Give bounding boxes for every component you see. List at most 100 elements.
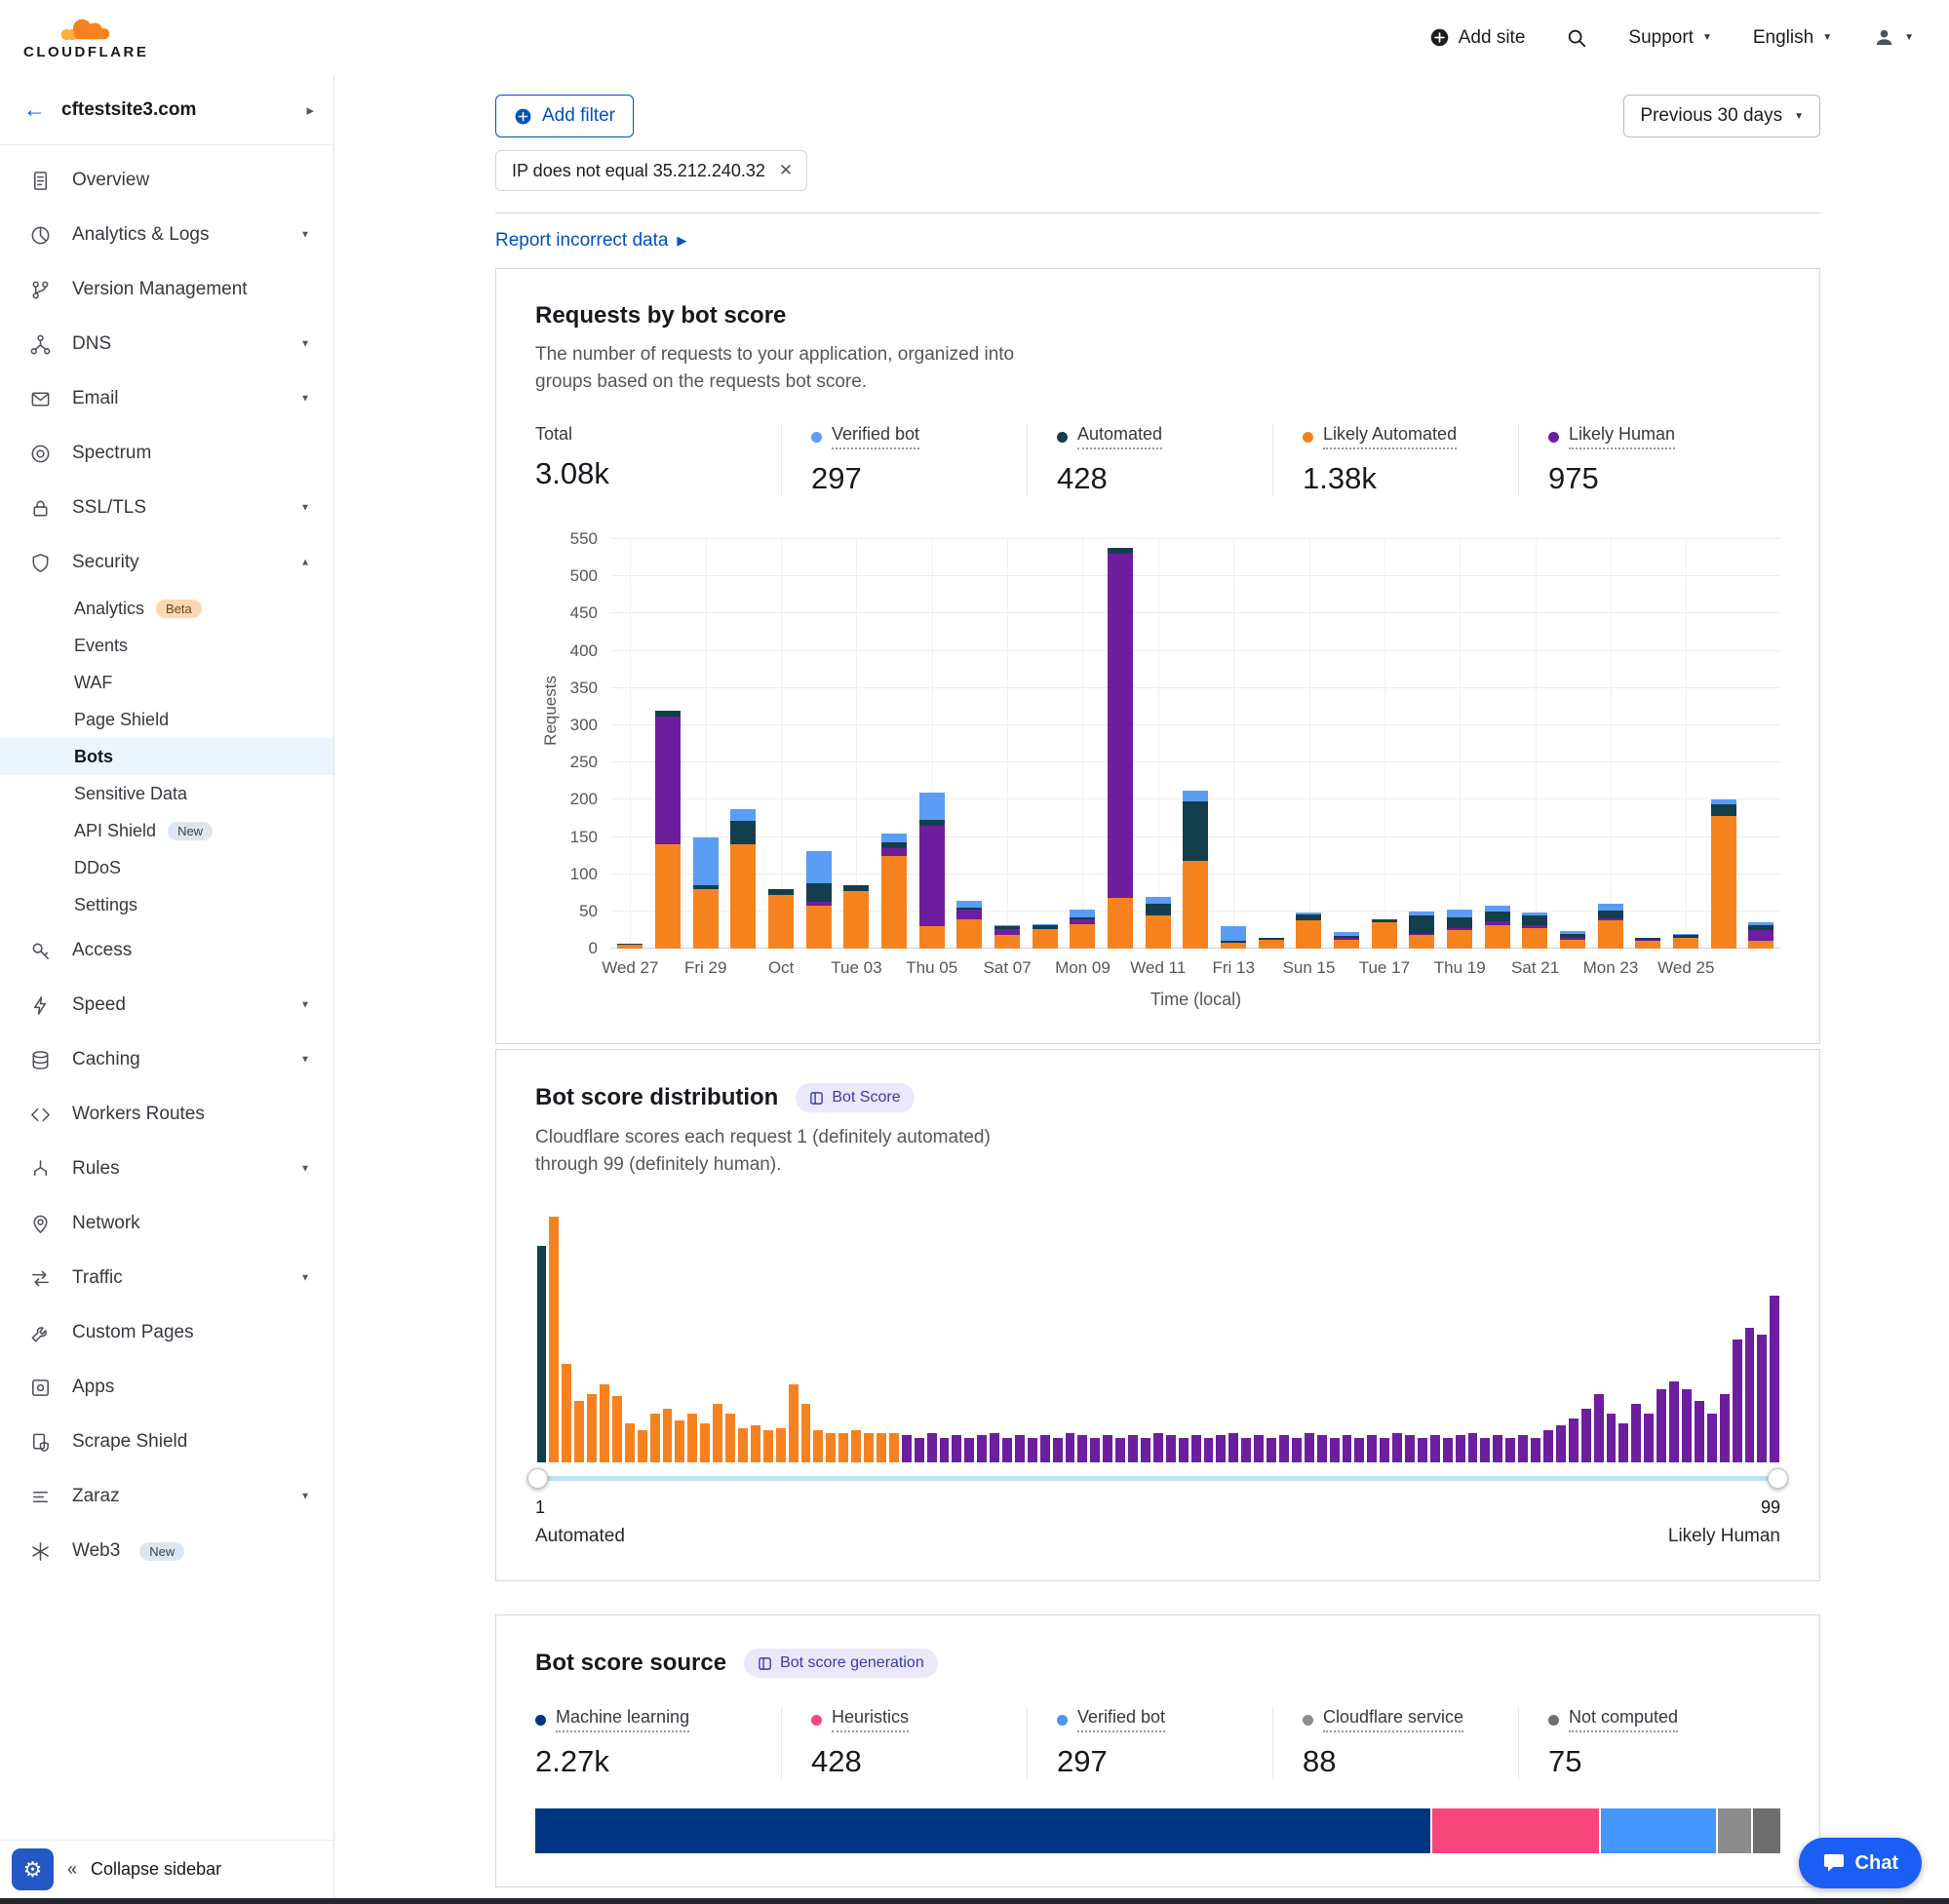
sidebar-item-label: Scrape Shield <box>72 1431 187 1453</box>
sidebar-item-zaraz[interactable]: Zaraz▼ <box>0 1469 333 1524</box>
stat-label-text[interactable]: Machine learning <box>556 1707 689 1732</box>
legend-dot-icon <box>1548 432 1559 443</box>
time-range-dropdown[interactable]: Previous 30 days ▼ <box>1623 95 1820 137</box>
back-arrow-icon[interactable]: ← <box>23 97 46 123</box>
histogram-bar <box>1405 1435 1415 1462</box>
sidebar-item-email[interactable]: Email▼ <box>0 371 333 426</box>
stat-likely-human: Likely Human975 <box>1518 424 1764 496</box>
analytics-icon <box>29 224 52 247</box>
account-menu[interactable]: ▼ <box>1873 26 1914 49</box>
sidebar-item-access[interactable]: Access <box>0 923 333 978</box>
sidebar-item-web3[interactable]: Web3New <box>0 1524 333 1578</box>
sidebar-item-security[interactable]: Security▲ <box>0 535 333 590</box>
distribution-histogram[interactable] <box>535 1217 1780 1462</box>
sidebar-item-analytics[interactable]: AnalyticsBeta <box>0 590 333 627</box>
stat-label-text[interactable]: Automated <box>1077 424 1162 449</box>
remove-filter-icon[interactable]: ✕ <box>779 161 793 180</box>
support-label: Support <box>1628 27 1694 49</box>
bar-segment-verified-bot <box>693 837 719 886</box>
stat-label-text[interactable]: Likely Human <box>1569 424 1675 449</box>
histogram-bar <box>1531 1438 1540 1462</box>
sidebar-item-overview[interactable]: Overview <box>0 153 333 208</box>
sidebar-item-scrape-shield[interactable]: Scrape Shield <box>0 1415 333 1469</box>
sidebar-item-caching[interactable]: Caching▼ <box>0 1032 333 1087</box>
settings-launcher-button[interactable]: ⚙ <box>12 1848 54 1890</box>
sidebar-item-page-shield[interactable]: Page Shield <box>0 701 333 738</box>
sidebar-item-speed[interactable]: Speed▼ <box>0 978 333 1032</box>
sidebar-footer: ⚙ « Collapse sidebar <box>0 1840 333 1898</box>
histogram-bar <box>700 1423 710 1462</box>
stat-label-text[interactable]: Cloudflare service <box>1323 1707 1463 1732</box>
sidebar-subitem-label: Settings <box>74 895 137 915</box>
histogram-bar <box>1480 1438 1490 1462</box>
histogram-bar <box>1317 1435 1327 1462</box>
histogram-bar <box>915 1438 924 1462</box>
sidebar-item-ddos[interactable]: DDoS <box>0 849 333 886</box>
site-name: cftestsite3.com <box>61 99 291 121</box>
support-menu[interactable]: Support ▼ <box>1628 27 1711 49</box>
sidebar-item-ssl-tls[interactable]: SSL/TLS▼ <box>0 481 333 535</box>
sidebar-item-version-management[interactable]: Version Management <box>0 262 333 317</box>
report-incorrect-data-link[interactable]: Report incorrect data <box>495 230 668 252</box>
slider-labels: Automated Likely Human <box>535 1526 1780 1547</box>
histogram-bar <box>1518 1435 1528 1462</box>
bar <box>1478 539 1516 949</box>
version-management-icon-wrap <box>29 279 53 301</box>
cloudflare-logo[interactable]: CLOUDFLARE <box>23 16 148 60</box>
requests-chart[interactable]: Requests 0501001502002503003504004505005… <box>535 539 1780 1010</box>
sidebar-item-apps[interactable]: Apps <box>0 1360 333 1415</box>
chevron-down-icon: ▼ <box>1794 111 1804 122</box>
x-tick-label: Thu 05 <box>906 958 957 978</box>
collapse-sidebar-button[interactable]: Collapse sidebar <box>91 1859 221 1880</box>
histogram-bar <box>1707 1414 1717 1462</box>
sidebar-item-custom-pages[interactable]: Custom Pages <box>0 1305 333 1360</box>
stat-value: 75 <box>1548 1744 1736 1779</box>
bars-layer <box>611 539 1780 949</box>
card-description: Cloudflare scores each request 1 (defini… <box>535 1124 1037 1178</box>
language-menu[interactable]: English ▼ <box>1753 27 1832 49</box>
chat-bubble-icon <box>1822 1851 1846 1875</box>
stat-label-text[interactable]: Not computed <box>1569 1707 1678 1732</box>
sidebar-item-rules[interactable]: Rules▼ <box>0 1142 333 1196</box>
x-tick-label: Sat 07 <box>984 958 1032 978</box>
bot-score-badge[interactable]: Bot Score <box>796 1083 914 1112</box>
bot-score-generation-badge[interactable]: Bot score generation <box>744 1649 938 1678</box>
version-management-icon <box>29 279 52 301</box>
bar-segment-automated <box>1522 915 1547 926</box>
sidebar-item-analytics-logs[interactable]: Analytics & Logs▼ <box>0 208 333 262</box>
sidebar-subitem-label: DDoS <box>74 858 121 878</box>
sidebar-item-spectrum[interactable]: Spectrum <box>0 426 333 481</box>
sidebar-item-traffic[interactable]: Traffic▼ <box>0 1251 333 1305</box>
sidebar-item-waf[interactable]: WAF <box>0 664 333 701</box>
sidebar-item-workers-routes[interactable]: Workers Routes <box>0 1087 333 1142</box>
bar-segment-likely-human <box>956 910 982 918</box>
sidebar-item-dns[interactable]: DNS▼ <box>0 317 333 371</box>
histogram-bar <box>1618 1423 1628 1462</box>
stat-automated: Automated428 <box>1027 424 1272 496</box>
sidebar-item-events[interactable]: Events <box>0 627 333 664</box>
histogram-bar <box>549 1217 559 1462</box>
sidebar-item-settings[interactable]: Settings <box>0 886 333 923</box>
search-button[interactable] <box>1566 27 1587 49</box>
chevron-right-icon[interactable]: ▸ <box>306 101 314 119</box>
add-filter-button[interactable]: Add filter <box>495 95 634 137</box>
add-site-button[interactable]: Add site <box>1429 27 1526 49</box>
slider-track[interactable] <box>535 1476 1780 1481</box>
bot-score-distribution-card: Bot score distribution Bot Score Cloudfl… <box>495 1049 1820 1581</box>
chat-button[interactable]: Chat <box>1799 1838 1922 1888</box>
plus-circle-icon <box>1429 27 1450 48</box>
histogram-bar <box>1204 1438 1214 1462</box>
slider-handle-max[interactable] <box>1768 1468 1788 1489</box>
slider-handle-min[interactable] <box>527 1468 548 1489</box>
sidebar-item-network[interactable]: Network <box>0 1196 333 1251</box>
stat-label-text[interactable]: Verified bot <box>832 424 919 449</box>
stat-label-text[interactable]: Likely Automated <box>1323 424 1457 449</box>
sidebar-item-label: Workers Routes <box>72 1104 205 1125</box>
sidebar-item-bots[interactable]: Bots <box>0 738 333 775</box>
sidebar-item-sensitive-data[interactable]: Sensitive Data <box>0 775 333 812</box>
stat-label-text[interactable]: Verified bot <box>1077 1707 1165 1732</box>
stat-value: 297 <box>811 461 999 496</box>
bar-segment-likely-automated <box>1522 928 1547 949</box>
sidebar-item-api-shield[interactable]: API ShieldNew <box>0 812 333 849</box>
stat-label-text[interactable]: Heuristics <box>832 1707 909 1732</box>
